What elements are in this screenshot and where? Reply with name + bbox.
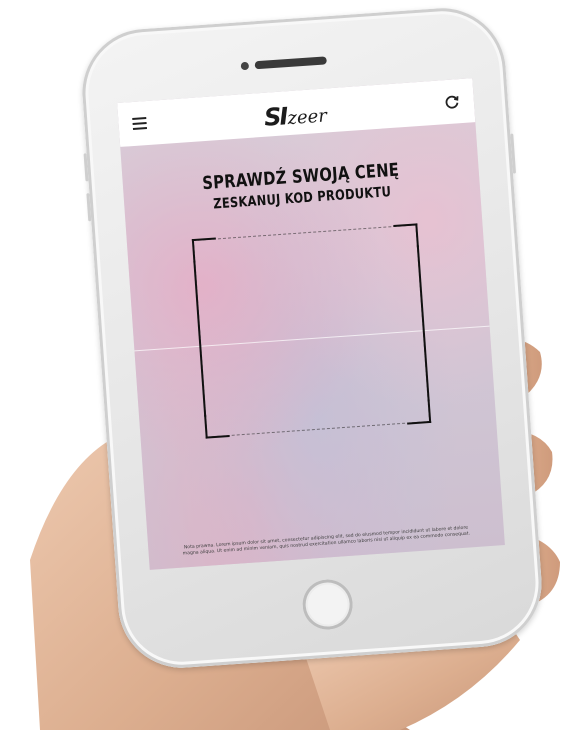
refresh-icon[interactable]: [443, 93, 460, 110]
logo-mark: SI: [263, 102, 288, 132]
frame-side: [193, 260, 207, 417]
frame-side: [416, 245, 430, 402]
smartphone: SI zeer SPRAWDŹ SWOJĄ CENĘ ZESKANUJ KOD …: [78, 3, 546, 673]
frame-corner: [204, 413, 230, 439]
earpiece-speaker: [254, 56, 327, 70]
frame-corner: [191, 237, 218, 264]
sizeer-logo[interactable]: SI zeer: [263, 95, 328, 132]
frame-corner: [405, 398, 432, 425]
legal-footnote: Nota prawna. Lorem ipsum dolor sit amet,…: [182, 525, 471, 557]
app-header: SI zeer: [117, 78, 476, 147]
volume-button: [86, 193, 92, 222]
logo-text: zeer: [286, 105, 328, 130]
frame-corner: [393, 223, 419, 249]
volume-button: [83, 153, 89, 182]
phone-screen: SI zeer SPRAWDŹ SWOJĄ CENĘ ZESKANUJ KOD …: [117, 78, 505, 570]
barcode-scan-frame[interactable]: [191, 223, 432, 439]
hamburger-menu-icon[interactable]: [132, 117, 148, 130]
home-button[interactable]: [300, 577, 355, 632]
front-camera: [240, 61, 250, 71]
